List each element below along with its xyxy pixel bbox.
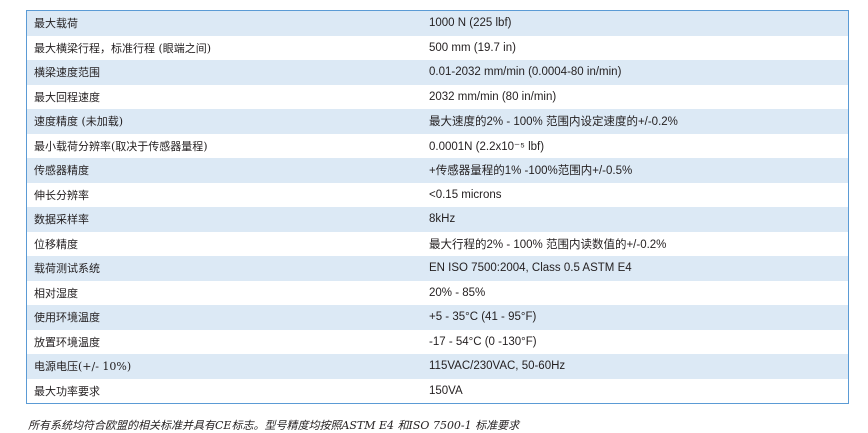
spec-param-label: 相对湿度 bbox=[27, 280, 422, 305]
table-row: 最小载荷分辨率(取决于传感器量程) 0.0001N (2.2x10⁻⁵ lbf) bbox=[27, 133, 848, 158]
spec-value: 20% - 85% bbox=[422, 280, 848, 305]
spec-value: <0.15 microns bbox=[422, 182, 848, 207]
spec-value: +传感器量程的1% -100%范围内+/-0.5% bbox=[422, 158, 848, 183]
spec-value: 最大速度的2% - 100% 范围内设定速度的+/-0.2% bbox=[422, 109, 848, 134]
table-row: 最大回程速度 2032 mm/min (80 in/min) bbox=[27, 84, 848, 109]
table-row: 速度精度 (未加载) 最大速度的2% - 100% 范围内设定速度的+/-0.2% bbox=[27, 109, 848, 134]
table-row: 最大载荷 1000 N (225 lbf) bbox=[27, 11, 848, 36]
spec-param-label: 电源电压(+/- 10%) bbox=[27, 354, 422, 379]
spec-param-label: 数据采样率 bbox=[27, 207, 422, 232]
table-row: 使用环境温度 +5 - 35°C (41 - 95°F) bbox=[27, 305, 848, 330]
spec-value: 150VA bbox=[422, 378, 848, 403]
spec-value: -17 - 54°C (0 -130°F) bbox=[422, 329, 848, 354]
spec-value: +5 - 35°C (41 - 95°F) bbox=[422, 305, 848, 330]
spec-param-label: 最大载荷 bbox=[27, 11, 422, 36]
footnote: 所有系统均符合欧盟的相关标准并具有CE标志。型号精度均按照ASTM E4 和IS… bbox=[28, 419, 520, 432]
table-row: 电源电压(+/- 10%) 115VAC/230VAC, 50-60Hz bbox=[27, 354, 848, 379]
table-row: 最大功率要求 150VA bbox=[27, 378, 848, 403]
spec-param-label: 载荷测试系统 bbox=[27, 256, 422, 281]
spec-value: 2032 mm/min (80 in/min) bbox=[422, 84, 848, 109]
spec-param-label: 速度精度 (未加载) bbox=[27, 109, 422, 134]
table-row: 最大横梁行程，标准行程 (眼端之间) 500 mm (19.7 in) bbox=[27, 35, 848, 60]
table-row: 放置环境温度 -17 - 54°C (0 -130°F) bbox=[27, 329, 848, 354]
table-row: 相对湿度 20% - 85% bbox=[27, 280, 848, 305]
spec-param-label: 最大回程速度 bbox=[27, 84, 422, 109]
spec-param-label: 使用环境温度 bbox=[27, 305, 422, 330]
spec-param-label: 最大横梁行程，标准行程 (眼端之间) bbox=[27, 35, 422, 60]
spec-value: 0.0001N (2.2x10⁻⁵ lbf) bbox=[422, 133, 848, 158]
table-row: 传感器精度 +传感器量程的1% -100%范围内+/-0.5% bbox=[27, 158, 848, 183]
table-row: 载荷测试系统 EN ISO 7500:2004, Class 0.5 ASTM E… bbox=[27, 256, 848, 281]
spec-param-label: 横梁速度范围 bbox=[27, 60, 422, 85]
spec-value: EN ISO 7500:2004, Class 0.5 ASTM E4 bbox=[422, 256, 848, 281]
table-row: 数据采样率 8kHz bbox=[27, 207, 848, 232]
spec-table: 最大载荷 1000 N (225 lbf) 最大横梁行程，标准行程 (眼端之间) 50… bbox=[27, 11, 848, 403]
spec-value: 500 mm (19.7 in) bbox=[422, 35, 848, 60]
spec-value: 115VAC/230VAC, 50-60Hz bbox=[422, 354, 848, 379]
table-row: 位移精度 最大行程的2% - 100% 范围内读数值的+/-0.2% bbox=[27, 231, 848, 256]
spec-value: 0.01-2032 mm/min (0.0004-80 in/min) bbox=[422, 60, 848, 85]
spec-param-label: 放置环境温度 bbox=[27, 329, 422, 354]
spec-param-label: 位移精度 bbox=[27, 231, 422, 256]
spec-param-label: 传感器精度 bbox=[27, 158, 422, 183]
spec-table-body: 最大载荷 1000 N (225 lbf) 最大横梁行程，标准行程 (眼端之间) 50… bbox=[27, 11, 848, 403]
spec-value: 最大行程的2% - 100% 范围内读数值的+/-0.2% bbox=[422, 231, 848, 256]
table-row: 伸长分辨率 <0.15 microns bbox=[27, 182, 848, 207]
spec-param-label: 最小载荷分辨率(取决于传感器量程) bbox=[27, 133, 422, 158]
spec-param-label: 伸长分辨率 bbox=[27, 182, 422, 207]
spec-table-container: 最大载荷 1000 N (225 lbf) 最大横梁行程，标准行程 (眼端之间) 50… bbox=[26, 10, 849, 404]
spec-value: 1000 N (225 lbf) bbox=[422, 11, 848, 36]
spec-value: 8kHz bbox=[422, 207, 848, 232]
table-row: 横梁速度范围 0.01-2032 mm/min (0.0004-80 in/min… bbox=[27, 60, 848, 85]
spec-param-label: 最大功率要求 bbox=[27, 378, 422, 403]
